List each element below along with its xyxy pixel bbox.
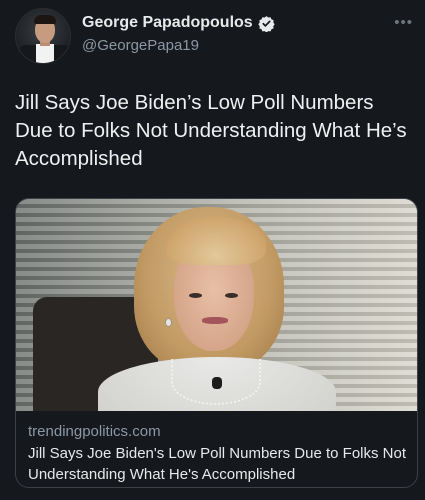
ellipsis-icon[interactable]: ••• [394, 14, 413, 31]
link-card[interactable]: trendingpolitics.com Jill Says Joe Biden… [15, 198, 418, 488]
avatar-shirt [36, 44, 54, 63]
author-name[interactable]: George Papadopoulos [82, 14, 253, 32]
author-name-row: George Papadopoulos [82, 14, 275, 32]
earring-shape [165, 318, 172, 327]
avatar[interactable] [15, 8, 71, 64]
card-meta: trendingpolitics.com Jill Says Joe Biden… [28, 422, 407, 485]
card-title: Jill Says Joe Biden's Low Poll Numbers D… [28, 445, 407, 483]
verified-icon [257, 15, 275, 32]
tweet-header: George Papadopoulos @GeorgePapa19 ••• [15, 8, 415, 64]
card-image [16, 199, 417, 411]
bangs-shape [166, 217, 266, 265]
left-eye-shape [189, 293, 202, 298]
tweet-text: Jill Says Joe Biden’s Low Poll Numbers D… [15, 91, 407, 170]
author-handle[interactable]: @GeorgePapa19 [82, 37, 199, 54]
card-domain: trendingpolitics.com [28, 423, 161, 440]
microphone-shape [212, 377, 222, 389]
right-eye-shape [225, 293, 238, 298]
avatar-hair [34, 15, 56, 24]
mouth-shape [202, 317, 228, 324]
